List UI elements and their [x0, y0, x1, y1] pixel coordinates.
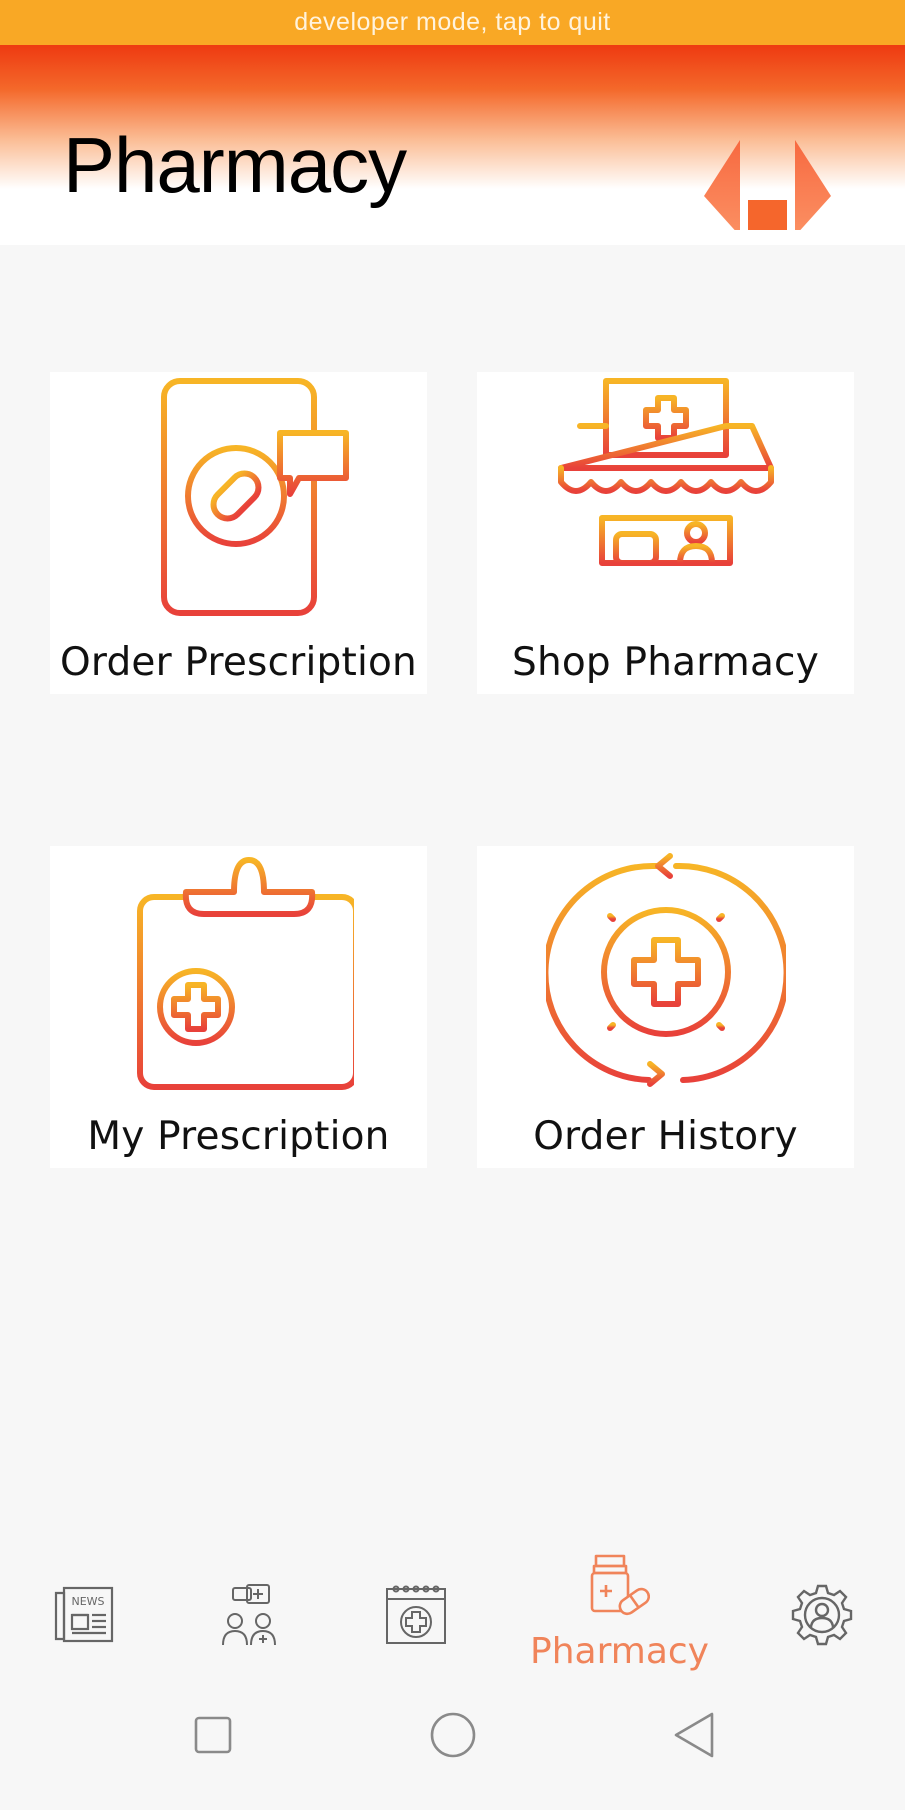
tile-label: Shop Pharmacy — [512, 640, 819, 685]
nav-item-appointments[interactable] — [374, 1545, 458, 1685]
recent-apps-icon[interactable] — [192, 1710, 236, 1760]
nav-label-pharmacy: Pharmacy — [530, 1631, 709, 1672]
nav-item-news[interactable]: NEWS — [42, 1545, 126, 1685]
app-logo-icon — [704, 140, 831, 230]
tile-label: Order History — [533, 1114, 798, 1159]
user-gear-icon — [791, 1584, 853, 1646]
system-navigation-bar — [0, 1685, 905, 1810]
phone-pill-chat-icon — [160, 378, 349, 616]
svg-text:NEWS: NEWS — [71, 1595, 104, 1608]
order-prescription-tile[interactable]: Order Prescription — [50, 372, 427, 694]
nav-item-doctors[interactable] — [208, 1545, 292, 1685]
pharmacy-store-icon — [545, 378, 786, 616]
back-icon[interactable] — [672, 1710, 716, 1760]
page-header: Pharmacy — [0, 45, 905, 245]
home-icon[interactable] — [428, 1710, 478, 1760]
shop-pharmacy-tile[interactable]: Shop Pharmacy — [477, 372, 854, 694]
pharmacy-menu: Order Prescription Shop Pharmacy My Pres… — [0, 245, 905, 1545]
news-icon: NEWS — [54, 1586, 114, 1643]
clipboard-prescription-icon — [136, 857, 354, 1090]
cross-cycle-history-icon — [545, 853, 786, 1087]
bottom-navigation: NEWS Pharmacy — [0, 1545, 905, 1685]
developer-mode-banner[interactable]: developer mode, tap to quit — [0, 0, 905, 45]
my-prescription-tile[interactable]: My Prescription — [50, 846, 427, 1168]
medicine-bottle-icon — [590, 1554, 650, 1616]
page-title: Pharmacy — [63, 121, 407, 209]
tile-label: Order Prescription — [60, 640, 417, 685]
tile-label: My Prescription — [87, 1114, 390, 1159]
nav-item-settings[interactable] — [780, 1545, 864, 1685]
order-history-tile[interactable]: Order History — [477, 846, 854, 1168]
doctors-chat-icon — [222, 1584, 276, 1646]
nav-item-pharmacy[interactable]: Pharmacy — [530, 1545, 709, 1685]
medical-calendar-icon — [386, 1585, 446, 1644]
